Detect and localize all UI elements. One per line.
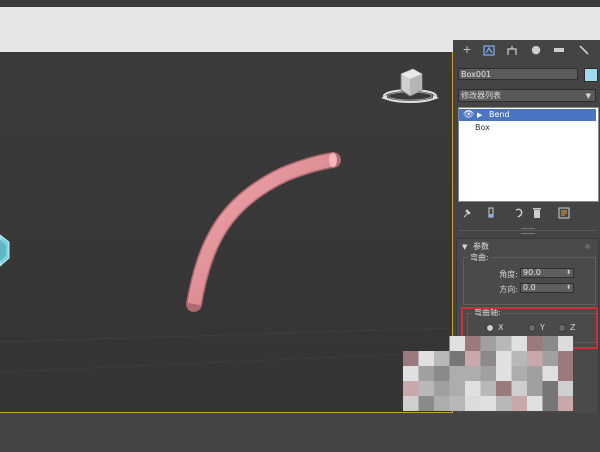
object-color-swatch[interactable]	[584, 68, 598, 82]
mosaic-cell	[434, 366, 450, 382]
mosaic-cell	[480, 351, 497, 367]
mosaic-cell	[496, 336, 512, 352]
mosaic-cell	[418, 381, 435, 397]
mosaic-cell	[558, 351, 573, 367]
mosaic-cell	[418, 351, 435, 367]
utilities-icon[interactable]	[578, 44, 590, 56]
mosaic-cell	[558, 366, 573, 382]
make-unique-icon[interactable]	[513, 207, 525, 219]
perspective-viewport[interactable]	[0, 52, 453, 413]
mosaic-cell	[480, 381, 497, 397]
pin-stack-icon[interactable]	[461, 207, 473, 219]
mosaic-cell	[434, 396, 450, 411]
stack-item-label: Box	[475, 123, 490, 132]
status-area	[0, 413, 600, 452]
mosaic-cell	[449, 351, 466, 367]
modifier-stack[interactable]: 👁 ▶ Bend Box	[458, 107, 599, 202]
bend-group-label: 弯曲:	[468, 252, 491, 263]
mosaic-cell	[496, 381, 512, 397]
angle-spinner[interactable]: 90.0 ⬍	[520, 268, 574, 278]
mosaic-cell	[558, 381, 573, 397]
mosaic-cell	[511, 351, 528, 367]
mosaic-cell	[527, 366, 543, 382]
mosaic-cell	[480, 336, 497, 352]
mosaic-cell	[527, 381, 543, 397]
mosaic-cell	[418, 366, 435, 382]
mosaic-cell	[403, 396, 419, 411]
mosaic-cell	[511, 366, 528, 382]
mosaic-cell	[418, 396, 435, 411]
mosaic-cell	[434, 381, 450, 397]
modifier-list-dropdown[interactable]: 修改器列表 ▼	[458, 89, 596, 102]
mosaic-cell	[434, 351, 450, 367]
mosaic-cell	[465, 366, 481, 382]
rollout-options-icon[interactable]	[585, 244, 590, 249]
direction-spinner[interactable]: 0.0 ⬍	[520, 283, 574, 293]
mosaic-cell	[542, 381, 559, 397]
window-top-edge	[0, 0, 600, 7]
mosaic-cell	[449, 366, 466, 382]
mosaic-cell	[403, 381, 419, 397]
mosaic-cell	[449, 336, 466, 352]
angle-label: 角度:	[499, 270, 518, 279]
mosaic-cell	[496, 351, 512, 367]
divider-grip[interactable]	[521, 228, 535, 234]
spinner-arrows-icon[interactable]: ⬍	[566, 269, 571, 277]
mosaic-cell	[496, 366, 512, 382]
mosaic-cell	[558, 396, 573, 411]
object-name-field[interactable]: Box001	[458, 68, 578, 80]
display-icon[interactable]	[553, 44, 565, 56]
mosaic-cell	[449, 396, 466, 411]
motion-icon[interactable]: ●	[530, 44, 542, 56]
bent-tube-object[interactable]	[186, 152, 341, 312]
mosaic-cell	[480, 396, 497, 411]
modify-icon[interactable]	[483, 44, 495, 56]
remove-modifier-icon[interactable]	[531, 207, 543, 219]
eye-icon[interactable]: 👁	[463, 110, 474, 120]
mosaic-cell	[511, 396, 528, 411]
mosaic-cell	[465, 381, 481, 397]
viewport-canvas[interactable]	[0, 52, 452, 412]
create-icon[interactable]: +	[461, 44, 473, 56]
spinner-arrows-icon[interactable]: ⬍	[566, 284, 571, 292]
mosaic-cell	[480, 366, 497, 382]
mosaic-cell	[542, 366, 559, 382]
mosaic-cell	[558, 336, 573, 352]
mosaic-cell	[542, 336, 559, 352]
modifier-list-label: 修改器列表	[461, 91, 501, 100]
mosaic-cell	[465, 396, 481, 411]
mosaic-cell	[511, 381, 528, 397]
chevron-down-icon: ▼	[585, 92, 591, 100]
mosaic-cell	[496, 396, 512, 411]
mosaic-cell	[449, 381, 466, 397]
show-end-result-icon[interactable]	[485, 207, 497, 219]
mosaic-cell	[465, 336, 481, 352]
bend-group: 弯曲: 角度: 90.0 ⬍ 方向: 0.0 ⬍	[463, 252, 596, 305]
mosaic-cell	[527, 336, 543, 352]
viewcube-icon[interactable]	[381, 68, 439, 103]
mosaic-cell	[542, 351, 559, 367]
direction-label: 方向:	[499, 285, 518, 294]
stack-item-bend[interactable]: 👁 ▶ Bend	[459, 109, 596, 121]
mosaic-cell	[527, 351, 543, 367]
angle-value: 90.0	[523, 268, 541, 277]
cyan-box-object[interactable]	[0, 234, 10, 267]
direction-value: 0.0	[523, 283, 536, 292]
hierarchy-icon[interactable]	[506, 44, 518, 56]
mosaic-cell	[542, 396, 559, 411]
mosaic-cell	[511, 336, 528, 352]
stack-item-label: Bend	[489, 110, 510, 119]
mosaic-cell	[403, 351, 419, 367]
expand-triangle-icon[interactable]: ▶	[477, 110, 482, 120]
pixelated-mosaic-overlay	[403, 336, 573, 411]
stack-item-box[interactable]: Box	[459, 122, 596, 134]
configure-modifier-sets-icon[interactable]	[558, 207, 570, 219]
mosaic-cell	[527, 396, 543, 411]
mosaic-cell	[465, 351, 481, 367]
collapse-arrow-icon: ▼	[462, 243, 468, 251]
mosaic-cell	[403, 366, 419, 382]
